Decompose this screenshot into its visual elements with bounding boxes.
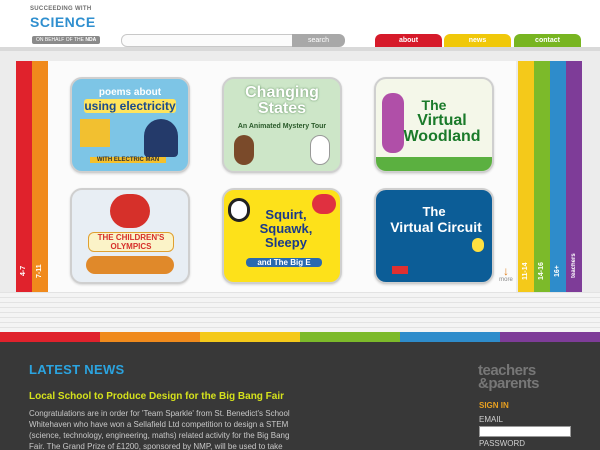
rainbow-band <box>100 332 200 342</box>
age-tab-7-11[interactable]: 7-11 <box>32 61 48 292</box>
tp-logo-line: &parents <box>478 375 540 392</box>
rainbow-band <box>500 332 600 342</box>
teachers-parents-logo[interactable]: teachers &parents <box>478 363 540 392</box>
character-icon <box>310 135 330 165</box>
header: SUCCEEDING WITH SCIENCE ON BEHALF OF THE… <box>0 0 600 52</box>
site-logo[interactable]: SUCCEEDING WITH SCIENCE <box>30 6 110 32</box>
nav-contact[interactable]: contact <box>514 34 581 47</box>
email-label: EMAIL <box>479 415 504 424</box>
search-bar: search <box>121 34 345 47</box>
age-tab-teachers[interactable]: teachers <box>566 61 582 292</box>
rainbow-band <box>300 332 400 342</box>
age-tab-label: 7-11 <box>36 264 43 278</box>
footer: LATEST NEWS Local School to Produce Desi… <box>0 342 600 450</box>
tile-childrens-olympics[interactable]: THE CHILDREN'S OLYMPICS <box>70 188 190 284</box>
logo-tagline: SUCCEEDING WITH <box>30 6 92 12</box>
behalf-org: NDA <box>85 37 97 43</box>
age-tab-label: 4-7 <box>20 265 27 277</box>
tile-title: Virtual Circuit <box>390 219 482 235</box>
tile-title: using electricity <box>84 99 176 113</box>
behalf-prefix: ON BEHALF OF THE <box>36 37 84 43</box>
rainbow-band <box>200 332 300 342</box>
characters-decoration <box>86 256 174 274</box>
tile-subtitle: An Animated Mystery Tour <box>237 123 327 130</box>
age-tab-label: teachers <box>571 253 577 279</box>
bulb-icon <box>472 238 484 252</box>
grass-decoration <box>376 157 492 171</box>
tile-virtual-woodland[interactable]: The Virtual Woodland <box>374 77 494 173</box>
tile-title-top: The <box>422 204 446 219</box>
behalf-badge: ON BEHALF OF THE NDA <box>32 36 101 44</box>
tile-decoration <box>80 119 110 147</box>
tile-squirt-squawk[interactable]: Squirt, Squawk, Sleepy and The Big E <box>222 188 342 284</box>
character-icon <box>234 135 254 165</box>
news-article-title[interactable]: Local School to Produce Design for the B… <box>29 391 284 402</box>
rainbow-band <box>400 332 500 342</box>
email-field[interactable] <box>479 426 571 437</box>
tile-title: Squirt, Squawk, Sleepy <box>259 207 313 250</box>
tile-poems-electricity[interactable]: poems about using electricity WITH ELECT… <box>70 77 190 173</box>
age-tab-label: 11-14 <box>522 262 529 280</box>
character-icon <box>110 194 150 228</box>
tile-title-top: The <box>421 97 447 113</box>
age-tab-14-16[interactable]: 14-16 <box>534 61 550 292</box>
rainbow-divider <box>0 332 600 342</box>
tile-title-top: poems about <box>98 87 162 98</box>
news-article-body: Congratulations are in order for 'Team S… <box>29 409 290 450</box>
latest-news-heading: LATEST NEWS <box>29 362 125 377</box>
character-icon <box>144 119 178 157</box>
age-tab-11-14[interactable]: 11-14 <box>518 61 534 292</box>
password-label: PASSWORD <box>479 439 526 448</box>
sign-in-heading: SIGN IN <box>479 401 509 410</box>
arrow-down-icon: ↓ <box>503 264 509 278</box>
rainbow-band <box>0 332 100 342</box>
more-label: more <box>499 277 513 283</box>
search-button[interactable]: search <box>292 34 345 47</box>
ruled-lines-decoration <box>0 292 600 332</box>
age-tab-label: 14-16 <box>538 262 545 280</box>
more-link[interactable]: ↓ more <box>494 265 518 283</box>
tile-subtitle: and The Big E <box>246 258 322 267</box>
tile-title: Changing States <box>245 84 319 117</box>
age-tab-label: 16+ <box>554 265 561 277</box>
nav-about[interactable]: about <box>375 34 442 47</box>
logo-wordmark: SCIENCE <box>30 14 96 30</box>
tile-virtual-circuit[interactable]: The Virtual Circuit <box>374 188 494 284</box>
tile-caption: WITH ELECTRIC MAN <box>90 157 166 163</box>
tile-changing-states[interactable]: Changing States An Animated Mystery Tour <box>222 77 342 173</box>
nav-news[interactable]: news <box>444 34 511 47</box>
tile-title: Virtual Woodland <box>403 112 481 145</box>
age-tab-4-7[interactable]: 4-7 <box>16 61 32 292</box>
tile-title: THE CHILDREN'S OLYMPICS <box>88 232 174 252</box>
search-input[interactable] <box>121 34 293 47</box>
battery-icon <box>392 266 408 274</box>
age-tab-16-plus[interactable]: 16+ <box>550 61 566 292</box>
